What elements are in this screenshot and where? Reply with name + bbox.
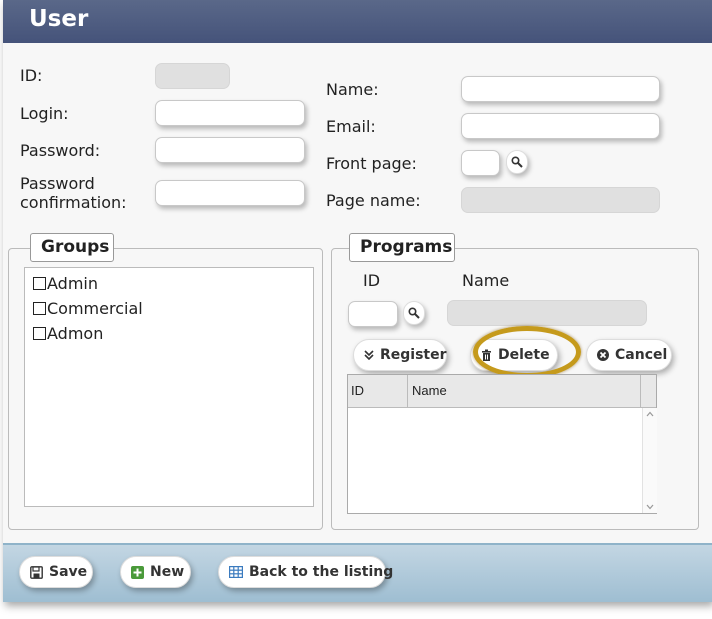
table-grid-icon	[229, 566, 243, 578]
email-label: Email:	[326, 117, 376, 136]
magnifier-icon	[408, 307, 420, 319]
program-id-input[interactable]	[348, 301, 398, 327]
x-circle-icon	[597, 349, 609, 361]
floppy-disk-icon	[30, 565, 43, 579]
highlight-ring	[473, 326, 581, 378]
program-name-field	[447, 300, 647, 326]
group-item-label: Commercial	[47, 299, 143, 318]
new-label: New	[150, 564, 185, 580]
password-label: Password:	[20, 141, 101, 160]
checkbox[interactable]	[33, 302, 46, 315]
password-input[interactable]	[155, 137, 305, 163]
page-name-label: Page name:	[326, 191, 421, 210]
programs-id-header: ID	[363, 271, 381, 290]
password-confirmation-input[interactable]	[155, 180, 305, 206]
groups-legend: Groups	[30, 233, 114, 262]
double-chevron-down-icon	[364, 350, 374, 360]
group-item-admin[interactable]: Admin	[33, 274, 98, 293]
column-divider	[640, 375, 641, 407]
programs-legend: Programs	[349, 233, 455, 262]
email-input[interactable]	[461, 113, 660, 139]
save-label: Save	[49, 564, 88, 580]
programs-grid: ID Name	[347, 374, 657, 514]
grid-scrollbar[interactable]	[642, 408, 657, 513]
groups-list: Admin Commercial Admon	[24, 267, 314, 507]
register-label: Register	[380, 347, 447, 363]
back-to-listing-button[interactable]: Back to the listing	[218, 556, 393, 588]
login-input[interactable]	[155, 100, 305, 126]
grid-col-name[interactable]: Name	[412, 375, 632, 407]
password-confirmation-label-line1: Password	[20, 174, 95, 193]
grid-header: ID Name	[348, 375, 656, 408]
checkbox[interactable]	[33, 277, 46, 290]
programs-name-header: Name	[462, 271, 510, 290]
password-confirmation-label-line2: confirmation:	[20, 193, 127, 212]
scroll-down-icon[interactable]	[646, 504, 654, 510]
password-confirmation-label: Password confirmation:	[20, 174, 127, 212]
back-to-listing-label: Back to the listing	[249, 564, 394, 580]
save-button[interactable]: Save	[19, 556, 93, 588]
program-search-button[interactable]	[403, 301, 425, 325]
front-page-label: Front page:	[326, 154, 417, 173]
register-button[interactable]: Register	[353, 339, 447, 371]
user-window: User ID: Login: Password: Password confi…	[3, 0, 712, 602]
cancel-button[interactable]: Cancel	[586, 339, 672, 371]
id-label: ID:	[20, 66, 43, 85]
checkbox[interactable]	[33, 327, 46, 340]
group-item-label: Admon	[47, 324, 104, 343]
front-page-search-button[interactable]	[506, 150, 528, 174]
grid-col-id[interactable]: ID	[351, 375, 406, 407]
window-title: User	[29, 6, 89, 32]
title-bar: User	[3, 0, 712, 43]
group-item-admon[interactable]: Admon	[33, 324, 103, 343]
new-button[interactable]: New	[120, 556, 191, 588]
front-page-input[interactable]	[461, 150, 500, 176]
id-field	[155, 63, 230, 89]
group-item-label: Admin	[47, 274, 98, 293]
group-item-commercial[interactable]: Commercial	[33, 299, 143, 318]
column-divider	[407, 375, 408, 407]
name-input[interactable]	[461, 76, 660, 102]
scroll-up-icon[interactable]	[646, 411, 654, 417]
name-label: Name:	[326, 80, 379, 99]
page-name-field	[461, 187, 660, 213]
cancel-label: Cancel	[615, 347, 668, 363]
magnifier-icon	[511, 156, 523, 168]
footer-toolbar: Save New Back to the listing	[3, 543, 712, 602]
login-label: Login:	[20, 104, 69, 123]
plus-square-icon	[131, 565, 144, 579]
